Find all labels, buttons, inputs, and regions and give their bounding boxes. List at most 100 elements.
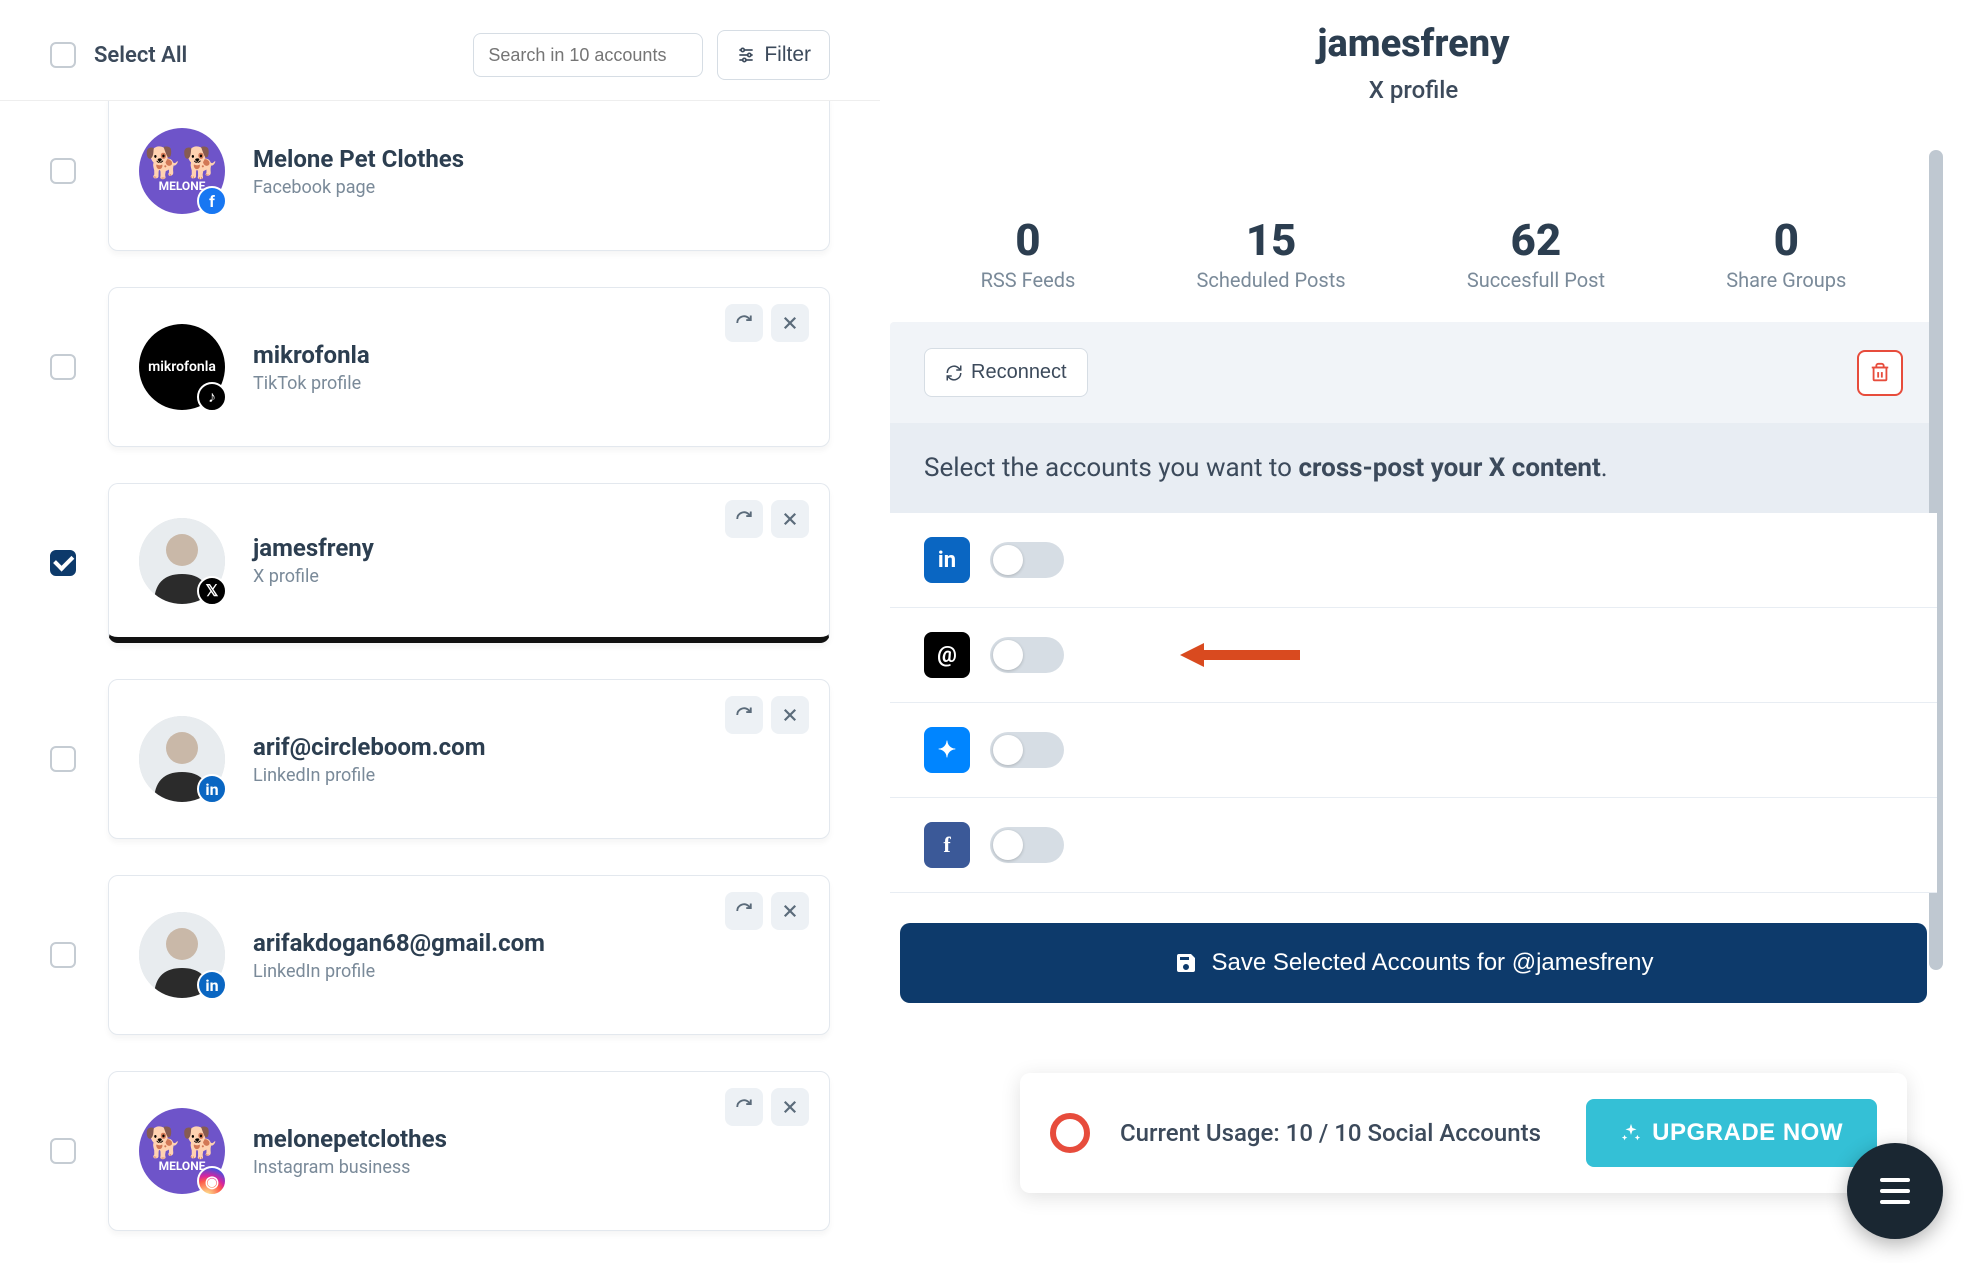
- search-box[interactable]: [473, 33, 703, 77]
- account-type: Facebook page: [253, 177, 464, 198]
- account-type: LinkedIn profile: [253, 765, 486, 786]
- profile-subtitle: X profile: [880, 76, 1947, 104]
- avatar: mikrofonla♪: [139, 324, 225, 410]
- select-all-label: Select All: [94, 43, 187, 68]
- crosspost-item-linkedin: in: [890, 513, 1937, 608]
- remove-button[interactable]: [771, 304, 809, 342]
- close-icon: [781, 510, 799, 528]
- detail-panel: jamesfreny X profile 0RSS Feeds15Schedul…: [880, 0, 1967, 1263]
- refresh-icon: [735, 902, 753, 920]
- refresh-button[interactable]: [725, 1088, 763, 1126]
- close-icon: [781, 902, 799, 920]
- tiktok-badge-icon: ♪: [197, 382, 227, 412]
- account-checkbox[interactable]: [50, 1138, 76, 1164]
- account-card[interactable]: 𝕏jamesfreny X profile: [108, 483, 830, 643]
- remove-button[interactable]: [771, 892, 809, 930]
- search-input[interactable]: [488, 45, 720, 66]
- trash-icon: [1869, 362, 1891, 384]
- account-row: mikrofonla♪mikrofonlaTikTok profile: [0, 287, 880, 447]
- account-card[interactable]: inarif@circleboom.comLinkedIn profile: [108, 679, 830, 839]
- account-checkbox[interactable]: [50, 746, 76, 772]
- account-card[interactable]: 🐕🐕MELONE◉melonepetclothesInstagram busin…: [108, 1071, 830, 1231]
- refresh-icon: [735, 510, 753, 528]
- close-icon: [781, 314, 799, 332]
- account-checkbox[interactable]: [50, 942, 76, 968]
- toggle-threads[interactable]: [990, 637, 1064, 673]
- select-all-checkbox[interactable]: [50, 42, 76, 68]
- account-card[interactable]: in arifakdogan68@gmail.com LinkedIn profil…: [108, 875, 830, 1035]
- account-checkbox[interactable]: [50, 158, 76, 184]
- close-icon: [781, 706, 799, 724]
- reconnect-button[interactable]: Reconnect: [924, 348, 1088, 397]
- menu-fab[interactable]: [1847, 1143, 1943, 1239]
- threads-icon: @: [924, 632, 970, 678]
- crosspost-item-facebook: f: [890, 798, 1937, 893]
- account-row: 🐕🐕MELONE◉melonepetclothesInstagram busin…: [0, 1071, 880, 1231]
- account-card[interactable]: mikrofonla♪mikrofonlaTikTok profile: [108, 287, 830, 447]
- crosspost-panel: Select the accounts you want to cross-po…: [890, 423, 1937, 893]
- list-header: Select All Filter: [0, 0, 880, 101]
- profile-title: jamesfreny: [880, 22, 1947, 66]
- account-type: Instagram business: [253, 1157, 447, 1178]
- stat: 15Scheduled Posts: [1197, 214, 1346, 292]
- filter-button[interactable]: Filter: [717, 30, 830, 80]
- linkedin-badge-icon: in: [197, 970, 227, 1000]
- account-checkbox[interactable]: [50, 354, 76, 380]
- avatar: in: [139, 716, 225, 802]
- account-name: Melone Pet Clothes: [253, 145, 464, 173]
- refresh-icon: [735, 314, 753, 332]
- refresh-button[interactable]: [725, 500, 763, 538]
- avatar: 🐕🐕MELONEf: [139, 128, 225, 214]
- account-row: 🐕🐕MELONEf Melone Pet Clothes Facebook page: [0, 101, 880, 251]
- filter-label: Filter: [764, 43, 811, 67]
- action-row: Reconnect: [890, 322, 1937, 423]
- account-name: jamesfreny: [253, 534, 374, 562]
- account-name: arifakdogan68@gmail.com: [253, 929, 545, 957]
- toggle-bluesky[interactable]: [990, 732, 1064, 768]
- instagram-badge-icon: ◉: [197, 1166, 227, 1196]
- remove-button[interactable]: [771, 696, 809, 734]
- toggle-facebook[interactable]: [990, 827, 1064, 863]
- avatar: in: [139, 912, 225, 998]
- accounts-panel: Select All Filter 🐕🐕MELONEf Melone Pet Cl…: [0, 0, 880, 1263]
- toggle-linkedin[interactable]: [990, 542, 1064, 578]
- upgrade-button[interactable]: UPGRADE NOW: [1586, 1099, 1877, 1167]
- linkedin-badge-icon: in: [197, 774, 227, 804]
- account-type: X profile: [253, 566, 374, 587]
- account-checkbox[interactable]: [50, 550, 76, 576]
- refresh-button[interactable]: [725, 696, 763, 734]
- stat-value: 0: [981, 214, 1076, 266]
- facebook-badge-icon: f: [197, 186, 227, 216]
- facebook-icon: f: [924, 822, 970, 868]
- stat-value: 15: [1197, 214, 1346, 266]
- refresh-icon: [735, 706, 753, 724]
- save-button[interactable]: Save Selected Accounts for @jamesfreny: [900, 923, 1927, 1003]
- stats-row: 0RSS Feeds15Scheduled Posts62Succesfull …: [880, 144, 1947, 322]
- usage-text: Current Usage: 10 / 10 Social Accounts: [1120, 1119, 1541, 1147]
- stat-value: 62: [1467, 214, 1605, 266]
- usage-bar: Current Usage: 10 / 10 Social Accounts U…: [1020, 1073, 1907, 1193]
- bluesky-icon: ✦: [924, 727, 970, 773]
- accounts-list[interactable]: 🐕🐕MELONEf Melone Pet Clothes Facebook page…: [0, 101, 880, 1263]
- stat-label: Share Groups: [1726, 268, 1846, 292]
- profile-header: jamesfreny X profile: [880, 0, 1947, 144]
- stat: 62Succesfull Post: [1467, 214, 1605, 292]
- refresh-button[interactable]: [725, 892, 763, 930]
- account-name: melonepetclothes: [253, 1125, 447, 1153]
- usage-ring-icon: [1050, 1113, 1090, 1153]
- refresh-icon: [735, 1098, 753, 1116]
- account-type: LinkedIn profile: [253, 961, 545, 982]
- save-icon: [1174, 951, 1198, 975]
- stat: 0Share Groups: [1726, 214, 1846, 292]
- remove-button[interactable]: [771, 1088, 809, 1126]
- account-card[interactable]: 🐕🐕MELONEf Melone Pet Clothes Facebook page: [108, 101, 830, 251]
- refresh-button[interactable]: [725, 304, 763, 342]
- delete-button[interactable]: [1857, 350, 1903, 396]
- filter-icon: [736, 45, 756, 65]
- save-label: Save Selected Accounts for @jamesfreny: [1212, 949, 1654, 977]
- remove-button[interactable]: [771, 500, 809, 538]
- x-badge-icon: 𝕏: [197, 576, 227, 606]
- annotation-arrow-icon: [1180, 635, 1300, 675]
- avatar: 𝕏: [139, 518, 225, 604]
- crosspost-item-threads: @: [890, 608, 1937, 703]
